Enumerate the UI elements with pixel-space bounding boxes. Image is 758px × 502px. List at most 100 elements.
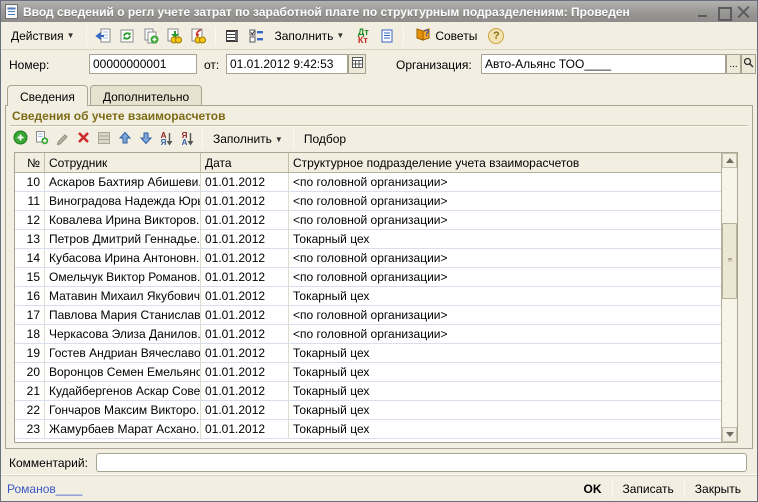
scroll-up-button[interactable] bbox=[722, 153, 737, 168]
help-button[interactable]: ? bbox=[485, 25, 507, 47]
advice-button[interactable]: ? Советы bbox=[409, 25, 483, 47]
pick-button[interactable]: Подбор bbox=[298, 128, 352, 150]
table-row[interactable]: 13 Петров Дмитрий Геннадье... 01.01.2012… bbox=[15, 230, 721, 249]
grid-fill-button[interactable]: Заполнить▼ bbox=[207, 128, 289, 150]
add-row-button[interactable] bbox=[10, 129, 30, 149]
table-row[interactable]: 17 Павлова Мария Станислав... 01.01.2012… bbox=[15, 306, 721, 325]
cell-date: 01.01.2012 bbox=[201, 230, 289, 248]
table-row[interactable]: 10 Аскаров Бахтияр Абишеви... 01.01.2012… bbox=[15, 173, 721, 192]
fill-button[interactable]: Заполнить▼ bbox=[269, 25, 351, 47]
post-document-button[interactable] bbox=[164, 25, 186, 47]
minimize-button[interactable] bbox=[697, 6, 710, 18]
table-body: 10 Аскаров Бахтияр Абишеви... 01.01.2012… bbox=[15, 173, 721, 442]
table-row[interactable]: 15 Омельчук Виктор Романов... 01.01.2012… bbox=[15, 268, 721, 287]
maximize-button[interactable] bbox=[717, 6, 730, 18]
cell-num: 13 bbox=[15, 230, 45, 248]
calendar-button[interactable] bbox=[348, 54, 366, 74]
table-row[interactable]: 11 Виноградова Надежда Юрь... 01.01.2012… bbox=[15, 192, 721, 211]
copy-row-button[interactable] bbox=[31, 129, 51, 149]
chevron-down-icon: ▼ bbox=[336, 31, 344, 40]
section-divider bbox=[10, 125, 748, 127]
table-row[interactable]: 16 Матавин Михаил Якубович ... 01.01.201… bbox=[15, 287, 721, 306]
ellipsis-icon: ... bbox=[729, 59, 737, 70]
table-header: № Сотрудник Дата Структурное подразделен… bbox=[15, 153, 721, 173]
cell-employee: Ковалева Ирина Викторов... bbox=[45, 211, 201, 229]
document-structure-button[interactable] bbox=[221, 25, 243, 47]
copy-plus-icon bbox=[34, 130, 49, 148]
post-coins-icon bbox=[166, 28, 183, 44]
scroll-down-button[interactable] bbox=[722, 427, 737, 442]
close-button[interactable] bbox=[737, 6, 750, 18]
cell-num: 23 bbox=[15, 420, 45, 438]
cell-division: Токарный цех bbox=[289, 363, 721, 381]
tab-dopolnitelno[interactable]: Дополнительно bbox=[90, 85, 202, 105]
cell-division: <по головной организации> bbox=[289, 325, 721, 343]
vertical-scrollbar[interactable] bbox=[721, 153, 737, 442]
cell-division: Токарный цех bbox=[289, 420, 721, 438]
sort-ascending-button[interactable]: АЯ bbox=[157, 129, 177, 149]
cell-num: 17 bbox=[15, 306, 45, 324]
end-edit-button[interactable] bbox=[94, 129, 114, 149]
org-search-button[interactable] bbox=[741, 54, 756, 74]
cell-num: 19 bbox=[15, 344, 45, 362]
unpost-coins-icon bbox=[190, 28, 207, 44]
number-field[interactable]: 00000000001 bbox=[89, 54, 197, 74]
cell-employee: Жамурбаев Марат Асхано... bbox=[45, 420, 201, 438]
table-row[interactable]: 19 Гостев Андриан Вячеславо... 01.01.201… bbox=[15, 344, 721, 363]
table-row[interactable]: 21 Кудайбергенов Аскар Сове... 01.01.201… bbox=[15, 382, 721, 401]
add-icon bbox=[13, 130, 28, 148]
column-header-num[interactable]: № bbox=[15, 153, 45, 172]
cell-num: 22 bbox=[15, 401, 45, 419]
copy-plus-icon bbox=[143, 28, 159, 44]
save-button[interactable]: Записать bbox=[613, 479, 684, 499]
move-down-button[interactable] bbox=[136, 129, 156, 149]
close-form-button[interactable]: Закрыть bbox=[685, 479, 751, 499]
cell-num: 12 bbox=[15, 211, 45, 229]
tab-svedeniya[interactable]: Сведения bbox=[7, 85, 88, 106]
cell-employee: Гостев Андриан Вячеславо... bbox=[45, 344, 201, 362]
table-row[interactable]: 12 Ковалева Ирина Викторов... 01.01.2012… bbox=[15, 211, 721, 230]
related-documents-button[interactable] bbox=[376, 25, 398, 47]
down-arrow-icon bbox=[139, 131, 153, 148]
organization-field[interactable]: Авто-Альянс ТОО____ bbox=[481, 54, 726, 74]
column-header-employee[interactable]: Сотрудник bbox=[45, 153, 201, 172]
cell-date: 01.01.2012 bbox=[201, 363, 289, 381]
table-row[interactable]: 18 Черкасова Элиза Данилов... 01.01.2012… bbox=[15, 325, 721, 344]
cell-division: Токарный цех bbox=[289, 344, 721, 362]
settings-list-button[interactable] bbox=[245, 25, 267, 47]
responsible-user-link[interactable]: Романов____ bbox=[7, 482, 82, 496]
post-and-close-button[interactable] bbox=[92, 25, 114, 47]
scroll-up-icon bbox=[726, 158, 734, 163]
move-up-button[interactable] bbox=[115, 129, 135, 149]
column-header-date[interactable]: Дата bbox=[201, 153, 289, 172]
cell-date: 01.01.2012 bbox=[201, 268, 289, 286]
svg-text:?: ? bbox=[424, 28, 430, 38]
delete-row-button[interactable] bbox=[73, 129, 93, 149]
cell-employee: Петров Дмитрий Геннадье... bbox=[45, 230, 201, 248]
sort-descending-button[interactable]: ЯА bbox=[178, 129, 198, 149]
org-lookup-button[interactable]: ... bbox=[726, 54, 741, 74]
cell-division: <по головной организации> bbox=[289, 173, 721, 191]
actions-button[interactable]: Действия▼ bbox=[5, 25, 81, 47]
table-row[interactable]: 23 Жамурбаев Марат Асхано... 01.01.2012 … bbox=[15, 420, 721, 439]
cell-num: 15 bbox=[15, 268, 45, 286]
table-row[interactable]: 22 Гончаров Максим Викторо... 01.01.2012… bbox=[15, 401, 721, 420]
dtkt-icon: ДтКт bbox=[358, 28, 369, 44]
unpost-document-button[interactable] bbox=[188, 25, 210, 47]
cell-num: 16 bbox=[15, 287, 45, 305]
table-row[interactable]: 20 Воронцов Семен Емельяно... 01.01.2012… bbox=[15, 363, 721, 382]
ok-button[interactable]: OK bbox=[574, 479, 612, 499]
cell-date: 01.01.2012 bbox=[201, 382, 289, 400]
cell-division: Токарный цех bbox=[289, 287, 721, 305]
column-header-division[interactable]: Структурное подразделение учета взаимора… bbox=[289, 153, 721, 172]
table-row[interactable]: 14 Кубасова Ирина Антоновн... 01.01.2012… bbox=[15, 249, 721, 268]
scroll-thumb[interactable] bbox=[722, 223, 737, 299]
copy-document-button[interactable] bbox=[140, 25, 162, 47]
edit-row-button[interactable] bbox=[52, 129, 72, 149]
cell-date: 01.01.2012 bbox=[201, 249, 289, 267]
dtkt-button[interactable]: ДтКт bbox=[352, 25, 374, 47]
date-field[interactable]: 01.01.2012 9:42:53 bbox=[226, 54, 348, 74]
comment-text-input[interactable] bbox=[97, 454, 746, 468]
refresh-button[interactable] bbox=[116, 25, 138, 47]
comment-input[interactable] bbox=[96, 453, 747, 472]
